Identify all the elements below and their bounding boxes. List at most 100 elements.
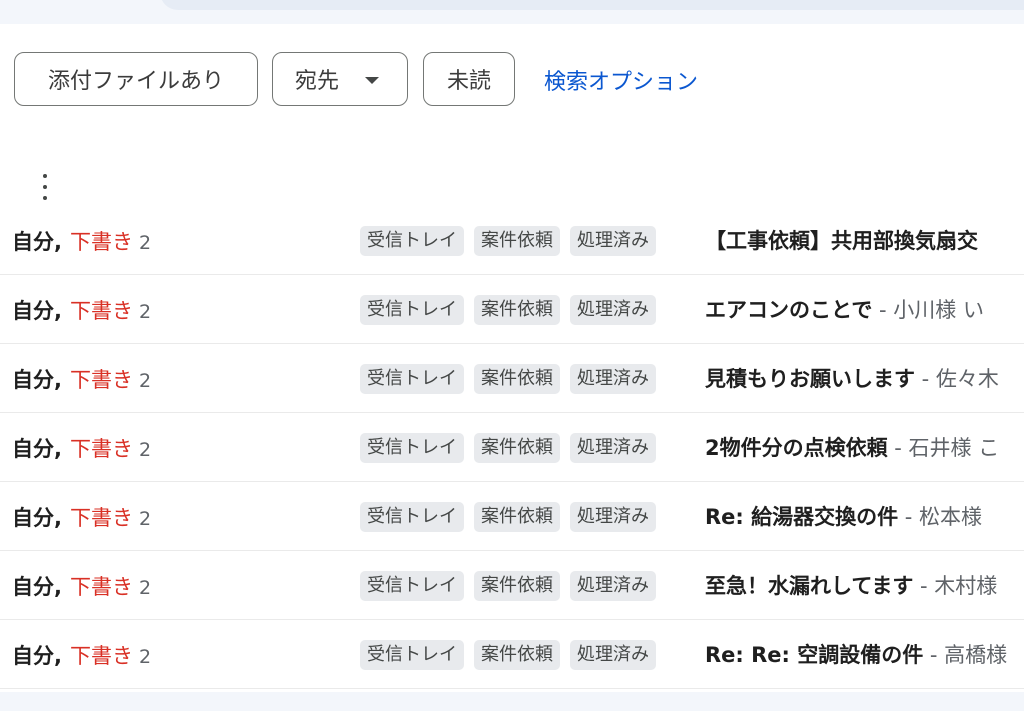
thread-senders: 自分, 下書き 2: [12, 502, 151, 532]
sender-separator: ,: [54, 575, 62, 599]
thread-labels: 受信トレイ 案件依頼 処理済み: [360, 226, 666, 256]
thread-snippet: - 高橋様: [923, 643, 1008, 667]
thread-labels: 受信トレイ 案件依頼 処理済み: [360, 295, 666, 325]
thread-snippet: - 木村様: [913, 574, 998, 598]
sender-separator: ,: [54, 506, 62, 530]
bottom-strip: [0, 692, 1024, 711]
search-bar-edge[interactable]: [160, 0, 1024, 10]
unread-chip-label: 未読: [446, 69, 491, 94]
thread-senders: 自分, 下書き 2: [12, 226, 151, 256]
sender-separator: ,: [54, 230, 62, 254]
thread-row[interactable]: 自分, 下書き 2 受信トレイ 案件依頼 処理済み エアコンのことで - 小川様 い: [0, 275, 1024, 344]
sender-separator: ,: [54, 299, 62, 323]
has-attachment-chip-label: 添付ファイルあり: [47, 69, 224, 94]
message-count: 2: [138, 508, 152, 530]
caret-down-icon: [365, 76, 380, 84]
label-request[interactable]: 案件依頼: [474, 502, 560, 532]
sender-me: 自分: [12, 575, 54, 599]
thread-snippet: - 佐々木: [915, 367, 999, 391]
thread-labels: 受信トレイ 案件依頼 処理済み: [360, 640, 666, 670]
draft-indicator: 下書き: [69, 368, 133, 392]
sender-separator: ,: [54, 368, 62, 392]
label-done[interactable]: 処理済み: [570, 640, 656, 670]
label-done[interactable]: 処理済み: [570, 502, 656, 532]
thread-subject-line: Re: Re: 空調設備の件 - 高橋様: [705, 639, 1007, 669]
thread-labels: 受信トレイ 案件依頼 処理済み: [360, 433, 666, 463]
thread-snippet: - 松本様: [898, 505, 983, 529]
label-inbox[interactable]: 受信トレイ: [360, 364, 464, 394]
thread-subject: 至急！水漏れしてます: [705, 574, 914, 598]
recipient-chip-label: 宛先: [295, 69, 340, 94]
more-dot: [43, 196, 47, 200]
thread-senders: 自分, 下書き 2: [12, 364, 151, 394]
thread-row[interactable]: 自分, 下書き 2 受信トレイ 案件依頼 処理済み Re: Re: 空調設備の件 -…: [0, 620, 1024, 689]
draft-indicator: 下書き: [69, 575, 133, 599]
thread-row[interactable]: 自分, 下書き 2 受信トレイ 案件依頼 処理済み 【工事依頼】共用部換気扇交: [0, 206, 1024, 275]
thread-subject: 【工事依頼】共用部換気扇交: [705, 229, 978, 253]
message-count: 2: [138, 232, 152, 254]
thread-subject-line: 見積もりお願いします - 佐々木: [705, 363, 999, 393]
sender-me: 自分: [12, 644, 54, 668]
sender-separator: ,: [54, 437, 62, 461]
recipient-chip[interactable]: 宛先: [272, 52, 408, 106]
label-done[interactable]: 処理済み: [570, 226, 656, 256]
label-inbox[interactable]: 受信トレイ: [360, 571, 464, 601]
draft-indicator: 下書き: [69, 506, 133, 530]
search-options-link[interactable]: 検索オプション: [544, 64, 698, 96]
thread-row[interactable]: 自分, 下書き 2 受信トレイ 案件依頼 処理済み Re: 給湯器交換の件 - 松本…: [0, 482, 1024, 551]
label-request[interactable]: 案件依頼: [474, 226, 560, 256]
label-request[interactable]: 案件依頼: [474, 364, 560, 394]
draft-indicator: 下書き: [69, 230, 133, 254]
more-dot: [43, 185, 47, 189]
thread-row[interactable]: 自分, 下書き 2 受信トレイ 案件依頼 処理済み 至急！水漏れしてます - 木村様: [0, 551, 1024, 620]
thread-subject-line: エアコンのことで - 小川様 い: [705, 294, 984, 324]
label-inbox[interactable]: 受信トレイ: [360, 433, 464, 463]
thread-subject-line: 2物件分の点検依頼 - 石井様 こ: [705, 432, 999, 462]
draft-indicator: 下書き: [69, 299, 133, 323]
thread-subject: Re: Re: 空調設備の件: [705, 643, 924, 667]
sender-me: 自分: [12, 506, 54, 530]
has-attachment-chip[interactable]: 添付ファイルあり: [14, 52, 258, 106]
more-vert-icon[interactable]: [38, 174, 52, 200]
thread-subject: 見積もりお願いします: [705, 367, 915, 391]
thread-row[interactable]: 自分, 下書き 2 受信トレイ 案件依頼 処理済み 2物件分の点検依頼 - 石井様 …: [0, 413, 1024, 482]
label-inbox[interactable]: 受信トレイ: [360, 226, 464, 256]
thread-subject: 2物件分の点検依頼: [705, 436, 888, 460]
thread-list: 自分, 下書き 2 受信トレイ 案件依頼 処理済み 【工事依頼】共用部換気扇交 自分…: [0, 206, 1024, 689]
label-inbox[interactable]: 受信トレイ: [360, 502, 464, 532]
thread-subject: エアコンのことで: [705, 298, 873, 322]
message-count: 2: [138, 439, 152, 461]
thread-subject-line: Re: 給湯器交換の件 - 松本様: [705, 501, 982, 531]
thread-snippet: - 小川様 い: [872, 298, 984, 322]
more-dot: [43, 174, 47, 178]
message-count: 2: [138, 577, 152, 599]
thread-labels: 受信トレイ 案件依頼 処理済み: [360, 571, 666, 601]
filter-chip-bar: 添付ファイルあり 宛先 未読 検索オプション: [0, 52, 1024, 108]
label-done[interactable]: 処理済み: [570, 433, 656, 463]
label-inbox[interactable]: 受信トレイ: [360, 640, 464, 670]
sender-me: 自分: [12, 368, 54, 392]
top-strip: [0, 0, 1024, 24]
thread-subject-line: 至急！水漏れしてます - 木村様: [705, 570, 997, 600]
thread-senders: 自分, 下書き 2: [12, 433, 151, 463]
thread-subject: Re: 給湯器交換の件: [705, 505, 899, 529]
sender-separator: ,: [54, 644, 62, 668]
label-request[interactable]: 案件依頼: [474, 433, 560, 463]
thread-row[interactable]: 自分, 下書き 2 受信トレイ 案件依頼 処理済み 見積もりお願いします - 佐々木: [0, 344, 1024, 413]
label-inbox[interactable]: 受信トレイ: [360, 295, 464, 325]
label-request[interactable]: 案件依頼: [474, 571, 560, 601]
label-done[interactable]: 処理済み: [570, 364, 656, 394]
label-done[interactable]: 処理済み: [570, 295, 656, 325]
thread-labels: 受信トレイ 案件依頼 処理済み: [360, 502, 666, 532]
label-request[interactable]: 案件依頼: [474, 640, 560, 670]
thread-labels: 受信トレイ 案件依頼 処理済み: [360, 364, 666, 394]
label-request[interactable]: 案件依頼: [474, 295, 560, 325]
thread-subject-line: 【工事依頼】共用部換気扇交: [705, 225, 978, 255]
message-count: 2: [138, 646, 152, 668]
thread-snippet: - 石井様 こ: [887, 436, 1000, 460]
unread-chip[interactable]: 未読: [423, 52, 515, 106]
thread-senders: 自分, 下書き 2: [12, 295, 151, 325]
draft-indicator: 下書き: [69, 437, 133, 461]
mail-list-panel: 添付ファイルあり 宛先 未読 検索オプション 自分, 下書き 2 受信トレイ 案件依…: [0, 24, 1024, 692]
label-done[interactable]: 処理済み: [570, 571, 656, 601]
